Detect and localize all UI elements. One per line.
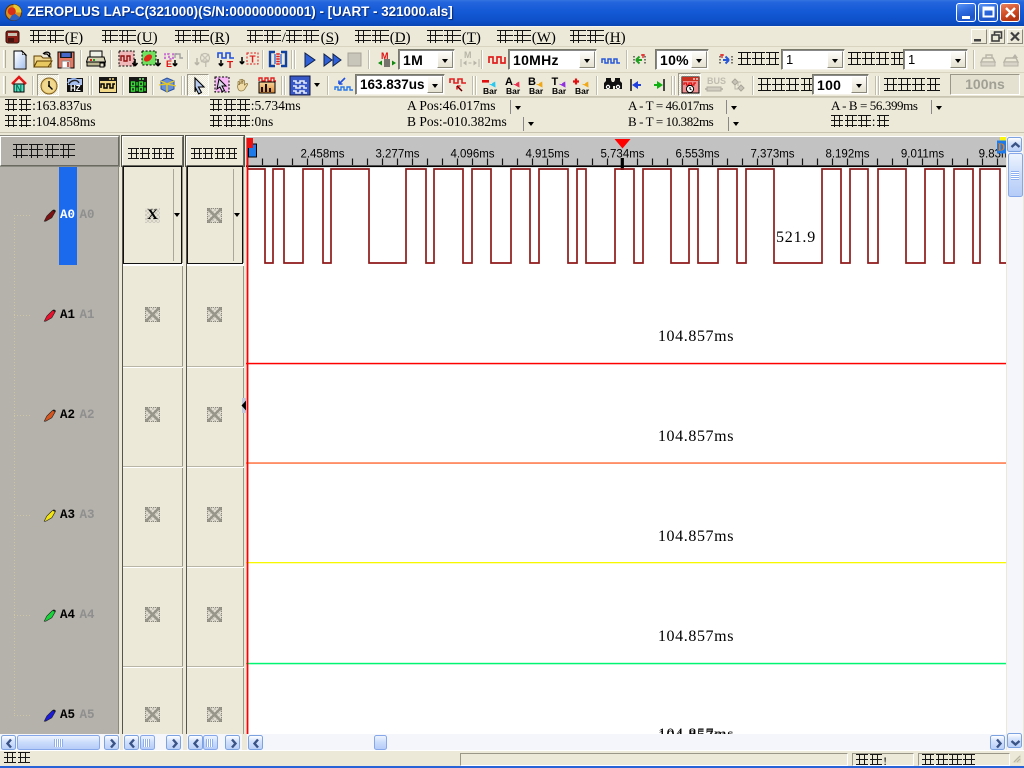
svg-text:Bar: Bar — [552, 86, 567, 96]
svg-text:7.373ms: 7.373ms — [750, 148, 794, 160]
svg-text:104.857ms: 104.857ms — [658, 726, 734, 734]
svg-text:8.192ms: 8.192ms — [825, 148, 869, 160]
svg-text:104.857ms: 104.857ms — [658, 328, 734, 345]
svg-text:HZ: HZ — [70, 84, 81, 93]
svg-text:T: T — [250, 55, 256, 66]
svg-text:D: D — [998, 143, 1005, 154]
svg-text:E: E — [166, 59, 172, 69]
svg-text:104.857ms: 104.857ms — [658, 528, 734, 545]
svg-text:4.915ms: 4.915ms — [525, 148, 569, 160]
svg-text:2.458ms: 2.458ms — [300, 148, 344, 160]
svg-text:Bar: Bar — [575, 86, 590, 96]
svg-text:104.857ms: 104.857ms — [658, 628, 734, 645]
svg-text:BUS: BUS — [707, 76, 726, 86]
svg-text:3.277ms: 3.277ms — [375, 148, 419, 160]
svg-text:M: M — [464, 50, 472, 60]
svg-text:9.011ms: 9.011ms — [901, 148, 945, 160]
svg-text:6.553ms: 6.553ms — [675, 148, 719, 160]
svg-text:Bar: Bar — [529, 86, 544, 96]
svg-text:T: T — [203, 59, 209, 69]
svg-text:T: T — [227, 60, 233, 70]
svg-text:Bar: Bar — [506, 86, 521, 96]
svg-text:4.096ms: 4.096ms — [450, 148, 494, 160]
svg-text:N: N — [16, 84, 23, 94]
svg-text:Bar: Bar — [483, 86, 498, 96]
svg-text:521.9: 521.9 — [776, 229, 816, 246]
svg-text:104.857ms: 104.857ms — [658, 428, 734, 445]
